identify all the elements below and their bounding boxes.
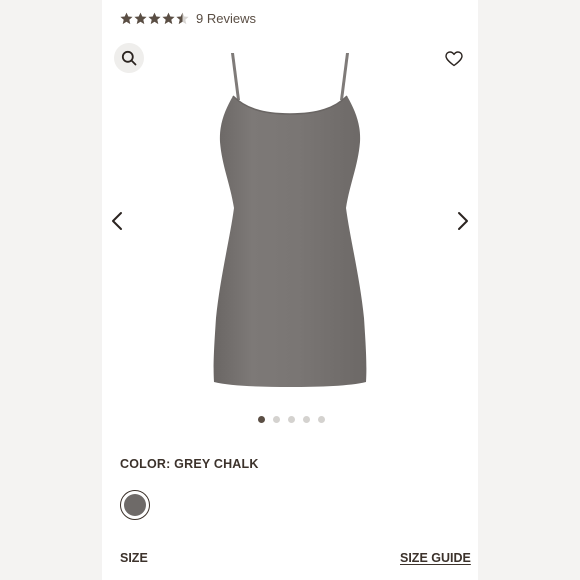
previous-image-button[interactable] <box>106 208 128 234</box>
color-swatch-grey-chalk[interactable] <box>120 490 150 520</box>
search-button[interactable] <box>114 43 144 73</box>
pagination-dot[interactable] <box>303 416 310 423</box>
product-image[interactable] <box>200 48 380 388</box>
pagination-dot[interactable] <box>318 416 325 423</box>
dress-body <box>213 96 367 387</box>
left-strap <box>231 53 240 100</box>
pagination-dot[interactable] <box>258 416 265 423</box>
chevron-left-icon <box>112 212 122 230</box>
search-icon <box>121 50 137 66</box>
right-strap <box>340 53 349 100</box>
reviews-count[interactable]: 9 Reviews <box>196 11 256 26</box>
star-icon <box>148 12 161 24</box>
rating-row[interactable]: 9 Reviews <box>120 8 256 28</box>
size-label: SIZE <box>120 551 148 565</box>
chevron-right-icon <box>458 212 468 230</box>
image-pagination <box>258 416 325 423</box>
wishlist-button[interactable] <box>443 48 465 70</box>
heart-icon <box>445 51 463 67</box>
star-rating <box>120 12 189 25</box>
swatch-fill <box>124 494 146 516</box>
star-icon <box>162 12 175 24</box>
star-icon <box>134 12 147 24</box>
color-label: COLOR: GREY CHALK <box>120 457 259 471</box>
pagination-dot[interactable] <box>273 416 280 423</box>
size-guide-link[interactable]: SIZE GUIDE <box>400 551 471 565</box>
next-image-button[interactable] <box>452 208 474 234</box>
pagination-dot[interactable] <box>288 416 295 423</box>
star-icon <box>120 12 133 24</box>
star-icon <box>176 12 189 24</box>
